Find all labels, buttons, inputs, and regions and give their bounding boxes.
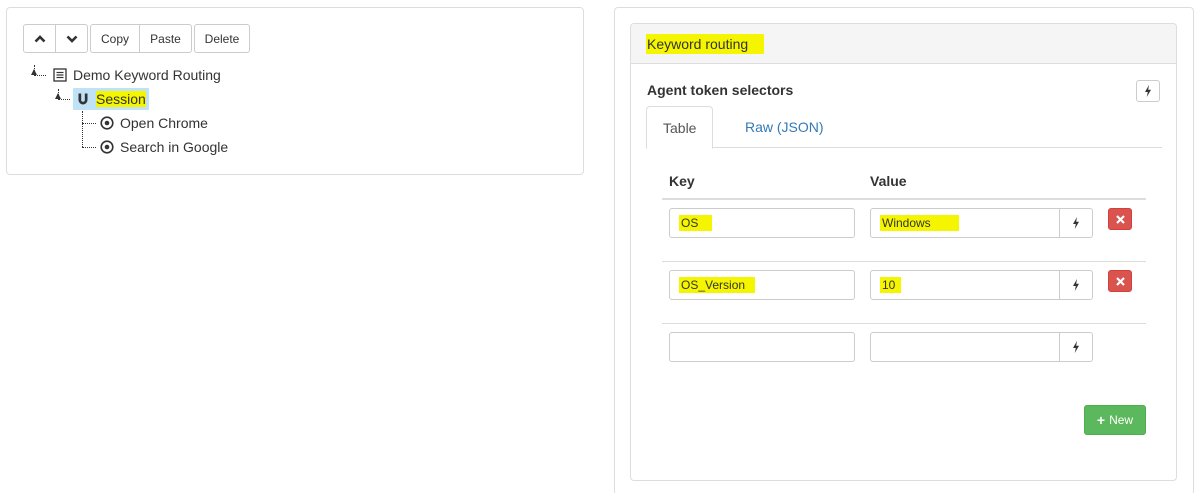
tree-node-label: Search in Google — [120, 139, 229, 155]
card-header: Keyword routing — [631, 24, 1176, 64]
key-value-text — [679, 346, 683, 348]
value-input[interactable]: 10 — [870, 270, 1060, 300]
value-input[interactable]: Windows — [870, 208, 1060, 238]
bolt-icon — [1073, 341, 1079, 353]
column-header-key: Key — [669, 173, 695, 189]
value-input[interactable] — [870, 332, 1060, 362]
tab-raw-json[interactable]: Raw (JSON) — [729, 106, 840, 148]
value-text: 10 — [880, 277, 902, 293]
tree-connector — [82, 147, 96, 148]
table-header-divider — [662, 198, 1146, 200]
section-title: Agent token selectors — [647, 82, 794, 98]
table-row-divider — [662, 323, 1146, 324]
plus-icon: + — [1096, 412, 1106, 428]
tree-node-search-google[interactable]: Search in Google — [99, 136, 228, 158]
new-row-button[interactable]: + New — [1084, 405, 1146, 435]
tree-node-root[interactable]: Demo Keyword Routing — [52, 64, 221, 86]
value-text — [880, 346, 884, 348]
tree-node-session[interactable]: Session — [73, 88, 149, 110]
tree-node-label: Demo Keyword Routing — [73, 67, 221, 83]
selectors-bolt-button[interactable] — [1136, 80, 1160, 102]
target-dot-icon — [99, 115, 115, 131]
table-row-divider — [662, 261, 1146, 262]
key-input[interactable]: OS — [669, 208, 855, 238]
key-input[interactable] — [669, 332, 855, 362]
new-button-label: New — [1109, 413, 1134, 427]
card-header-title: Keyword routing — [646, 33, 765, 54]
value-bolt-button[interactable] — [1059, 270, 1093, 300]
tree-connector — [82, 111, 83, 147]
value-bolt-button[interactable] — [1059, 208, 1093, 238]
tab-table[interactable]: Table — [646, 106, 714, 149]
tree-node-label: Open Chrome — [120, 115, 208, 131]
key-value-text: OS — [679, 215, 713, 231]
tree-connector — [82, 123, 96, 124]
tree-expand-icon — [31, 69, 37, 75]
tab-bar: Table Raw (JSON) — [646, 106, 1162, 149]
list-document-icon — [52, 67, 68, 83]
close-icon — [1115, 276, 1125, 286]
key-value-text: OS_Version — [679, 277, 756, 293]
tree-node-label: Session — [96, 91, 146, 107]
close-icon — [1115, 214, 1125, 224]
magnet-icon — [75, 91, 91, 107]
value-text: Windows — [880, 215, 959, 231]
value-bolt-button[interactable] — [1059, 332, 1093, 362]
key-input[interactable]: OS_Version — [669, 270, 855, 300]
delete-row-button[interactable] — [1108, 208, 1132, 230]
bolt-icon — [1073, 217, 1079, 229]
keyword-routing-card: Keyword routing Agent token selectors Ta… — [630, 23, 1177, 481]
tree-expand-icon — [55, 93, 61, 99]
bolt-icon — [1073, 279, 1079, 291]
delete-row-button[interactable] — [1108, 270, 1132, 292]
target-dot-icon — [99, 139, 115, 155]
column-header-value: Value — [870, 173, 907, 189]
keyword-tree: Demo Keyword Routing Session Open Chrome… — [7, 8, 583, 174]
bolt-icon — [1145, 85, 1151, 97]
tree-panel: Copy Paste Delete Demo Keyword Routing S… — [6, 7, 584, 175]
tree-node-open-chrome[interactable]: Open Chrome — [99, 112, 208, 134]
